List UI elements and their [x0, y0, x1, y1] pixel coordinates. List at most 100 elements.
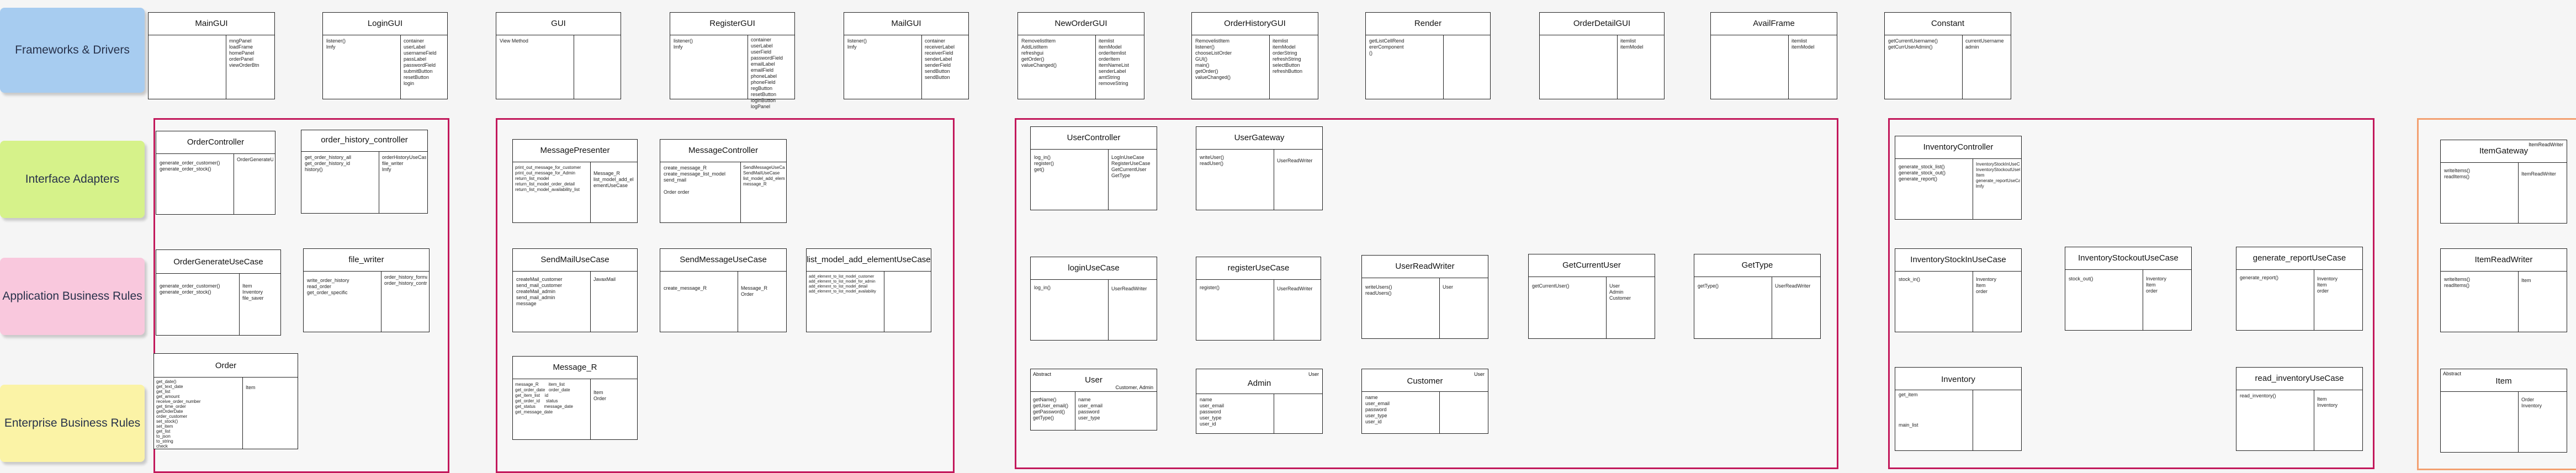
class-attributes: itemlist itemModel orderItemlist orderIt… — [1099, 38, 1130, 86]
class-logingui[interactable]: LoginGUI listener() lmfy container userL… — [322, 12, 448, 99]
class-file-writer[interactable]: file_writer write_order_history read_ord… — [303, 248, 430, 332]
class-itemreadwriter[interactable]: ItemReadWriter writeItems() readItems() … — [2440, 248, 2567, 332]
class-attributes: OrderGenerateUseCase — [237, 157, 273, 162]
class-loginusecase[interactable]: loginUseCase log_in() UserReadWriter — [1030, 257, 1157, 341]
class-attributes: Inventory Item order — [2146, 276, 2167, 294]
class-constant[interactable]: Constant getCurrentUsername() getCurrUse… — [1884, 12, 2011, 99]
class-name: order_history_controller — [321, 135, 408, 145]
class-name: RegisterGUI — [709, 19, 755, 28]
class-attributes: UserReadWriter — [1775, 283, 1811, 289]
class-attributes: Item Inventory file_saver — [242, 283, 264, 301]
class-render[interactable]: Render getListCellRend ererComponent () — [1365, 12, 1491, 99]
class-user[interactable]: Abstract User Customer, Admin getName() … — [1030, 369, 1157, 431]
class-availframe[interactable]: AvailFrame itemlist itemModel — [1710, 12, 1837, 99]
class-usercontroller[interactable]: UserController log_in() register() get()… — [1030, 126, 1157, 210]
class-item[interactable]: Abstract Item Order Inventory — [2440, 369, 2567, 453]
class-methods: RemovelistItem AddListItem refreshgui ge… — [1021, 38, 1057, 68]
class-methods: writeUser() readUser() — [1200, 155, 1224, 166]
class-read-inventoryusecase[interactable]: read_inventoryUseCase read_inventory() I… — [2236, 367, 2363, 451]
class-order[interactable]: Order get_date() get_text_date get_list … — [153, 353, 298, 449]
class-name: InventoryStockInUseCase — [1910, 255, 2006, 264]
class-methods: log_in() — [1034, 285, 1051, 290]
class-name: generate_reportUseCase — [2252, 253, 2346, 263]
class-getcurrentuser[interactable]: GetCurrentUser getCurrentUser() User Adm… — [1528, 254, 1655, 339]
class-attributes: name user_email password user_type user_… — [1365, 395, 1390, 424]
class-name: UserGateway — [1234, 133, 1285, 142]
class-parent: User — [1308, 371, 1319, 377]
class-methods: writeUsers() readUsers() — [1365, 284, 1392, 296]
class-admin[interactable]: User Admin name user_email password user… — [1196, 369, 1323, 434]
class-newordergui[interactable]: NewOrderGUI RemovelistItem AddListItem r… — [1017, 12, 1144, 99]
class-maingui[interactable]: MainGUI mngPanel loadFrame homePanel ord… — [148, 12, 275, 99]
class-methods: generate_stock_list() generate_stock_out… — [1899, 164, 1946, 182]
class-attributes: orderHistoryUseCase file_writer lmfy — [382, 155, 426, 172]
class-name: MessagePresenter — [540, 146, 610, 155]
class-attributes: Item Order — [593, 390, 607, 401]
class-attributes: User Admin Customer — [1609, 283, 1631, 301]
class-name: User — [1085, 375, 1103, 385]
class-ordercontroller[interactable]: OrderController generate_order_customer(… — [156, 131, 275, 215]
class-methods: create_message_R — [664, 285, 707, 291]
class-name: MessageController — [688, 146, 758, 155]
class-name: SendMessageUseCase — [680, 255, 767, 264]
class-userreadwriter[interactable]: UserReadWriter writeUsers() readUsers() … — [1361, 255, 1488, 339]
class-methods: writeItems() readItems() — [2444, 168, 2470, 179]
class-sendmailusecase[interactable]: SendMailUseCase createMail_customer send… — [512, 248, 638, 332]
class-messagecontroller[interactable]: MessageController create_message_R creat… — [660, 139, 787, 223]
class-inventory[interactable]: Inventory get_item main_list — [1895, 367, 2022, 451]
class-attributes: container userLabel usernameField passLa… — [404, 38, 437, 86]
class-generate-reportusecase[interactable]: generate_reportUseCase generate_report()… — [2236, 247, 2363, 331]
class-attributes: ItemReadWriter — [2521, 171, 2556, 177]
class-methods: RemovelistItem listener() chooseListOrde… — [1195, 38, 1232, 80]
class-attributes: LogInUseCase RegisterUseCase GetCurrentU… — [1111, 155, 1151, 178]
class-attributes: name user_email password user_type — [1078, 397, 1103, 421]
class-name: registerUseCase — [1227, 263, 1290, 273]
class-list-model-add-elementusecase[interactable]: list_model_add_elementUseCase add_elemen… — [806, 248, 931, 332]
class-itemgateway[interactable]: ItemReadWriter ItemGateway writeItems() … — [2440, 140, 2567, 224]
class-messagepresenter[interactable]: MessagePresenter print_out_message_for_c… — [512, 139, 638, 223]
class-attributes: container userLabel userField passwordFi… — [751, 37, 783, 109]
class-name: ItemGateway — [2479, 146, 2529, 156]
class-orderdetailgui[interactable]: OrderDetailGUI itemlist itemModel — [1539, 12, 1665, 99]
class-name: LoginGUI — [367, 19, 403, 28]
class-methods: log_in() register() get() — [1034, 155, 1054, 172]
lane-enterprise-business-rules: Enterprise Business Rules — [0, 385, 145, 462]
lane-application-business-rules: Application Business Rules — [0, 258, 145, 335]
class-subclasses: Customer, Admin — [1115, 385, 1153, 390]
class-attributes: UserReadWriter — [1111, 286, 1147, 291]
class-methods: register() — [1200, 285, 1220, 290]
class-name: OrderDetailGUI — [1573, 19, 1631, 28]
class-inventorystockoutusecase[interactable]: InventoryStockoutUseCase stock_out() Inv… — [2065, 247, 2192, 331]
class-ordergenerateusecase[interactable]: OrderGenerateUseCase generate_order_cust… — [156, 249, 281, 336]
class-name: read_inventoryUseCase — [2255, 374, 2344, 383]
class-methods: getCurrentUser() — [1532, 283, 1570, 289]
class-attributes: UserReadWriter — [1277, 286, 1313, 291]
class-registerusecase[interactable]: registerUseCase register() UserReadWrite… — [1196, 257, 1321, 341]
class-attributes: itemlist itemModel — [1791, 38, 1815, 50]
class-gettype[interactable]: GetType getType() UserReadWriter — [1694, 254, 1821, 339]
class-methods: generate_report() — [2240, 275, 2279, 280]
class-methods: write_order_history read_order get_order… — [307, 278, 349, 295]
class-registergui[interactable]: RegisterGUI listener() lmfy container us… — [670, 12, 795, 109]
class-customer[interactable]: User Customer name user_email password u… — [1361, 369, 1488, 434]
class-inventorystockinusecase[interactable]: InventoryStockInUseCase stock_in() Inven… — [1895, 248, 2022, 332]
class-attributes: Message_R Order — [741, 285, 768, 297]
class-mailgui[interactable]: MailGUI listener() lmfy container receiv… — [844, 12, 969, 99]
class-attributes: User — [1443, 284, 1454, 290]
class-sendmessageusecase[interactable]: SendMessageUseCase create_message_R Mess… — [660, 248, 787, 332]
class-orderhistorygui[interactable]: OrderHistoryGUI RemovelistItem listener(… — [1191, 12, 1318, 99]
class-methods: generate_order_customer() generate_order… — [160, 160, 220, 172]
class-methods: get_item main_list — [1899, 392, 1918, 428]
class-methods: writeItems() readItems() — [2444, 277, 2470, 288]
class-order-history-controller[interactable]: order_history_controller get_order_histo… — [301, 130, 428, 214]
class-name: OrderGenerateUseCase — [173, 257, 263, 267]
class-name: Inventory — [1941, 375, 1975, 384]
class-gui[interactable]: GUI View Method — [496, 12, 621, 99]
class-attributes: Item Inventory — [2317, 396, 2338, 408]
class-usergateway[interactable]: UserGateway writeUser() readUser() UserR… — [1196, 126, 1323, 210]
class-inventorycontroller[interactable]: InventoryController generate_stock_list(… — [1895, 136, 2022, 220]
class-name: UserReadWriter — [1395, 262, 1455, 271]
class-message-r[interactable]: Message_R message_R item_list get_order_… — [512, 356, 638, 440]
class-name: OrderHistoryGUI — [1224, 19, 1286, 28]
class-stereotype: Abstract — [2443, 371, 2462, 376]
